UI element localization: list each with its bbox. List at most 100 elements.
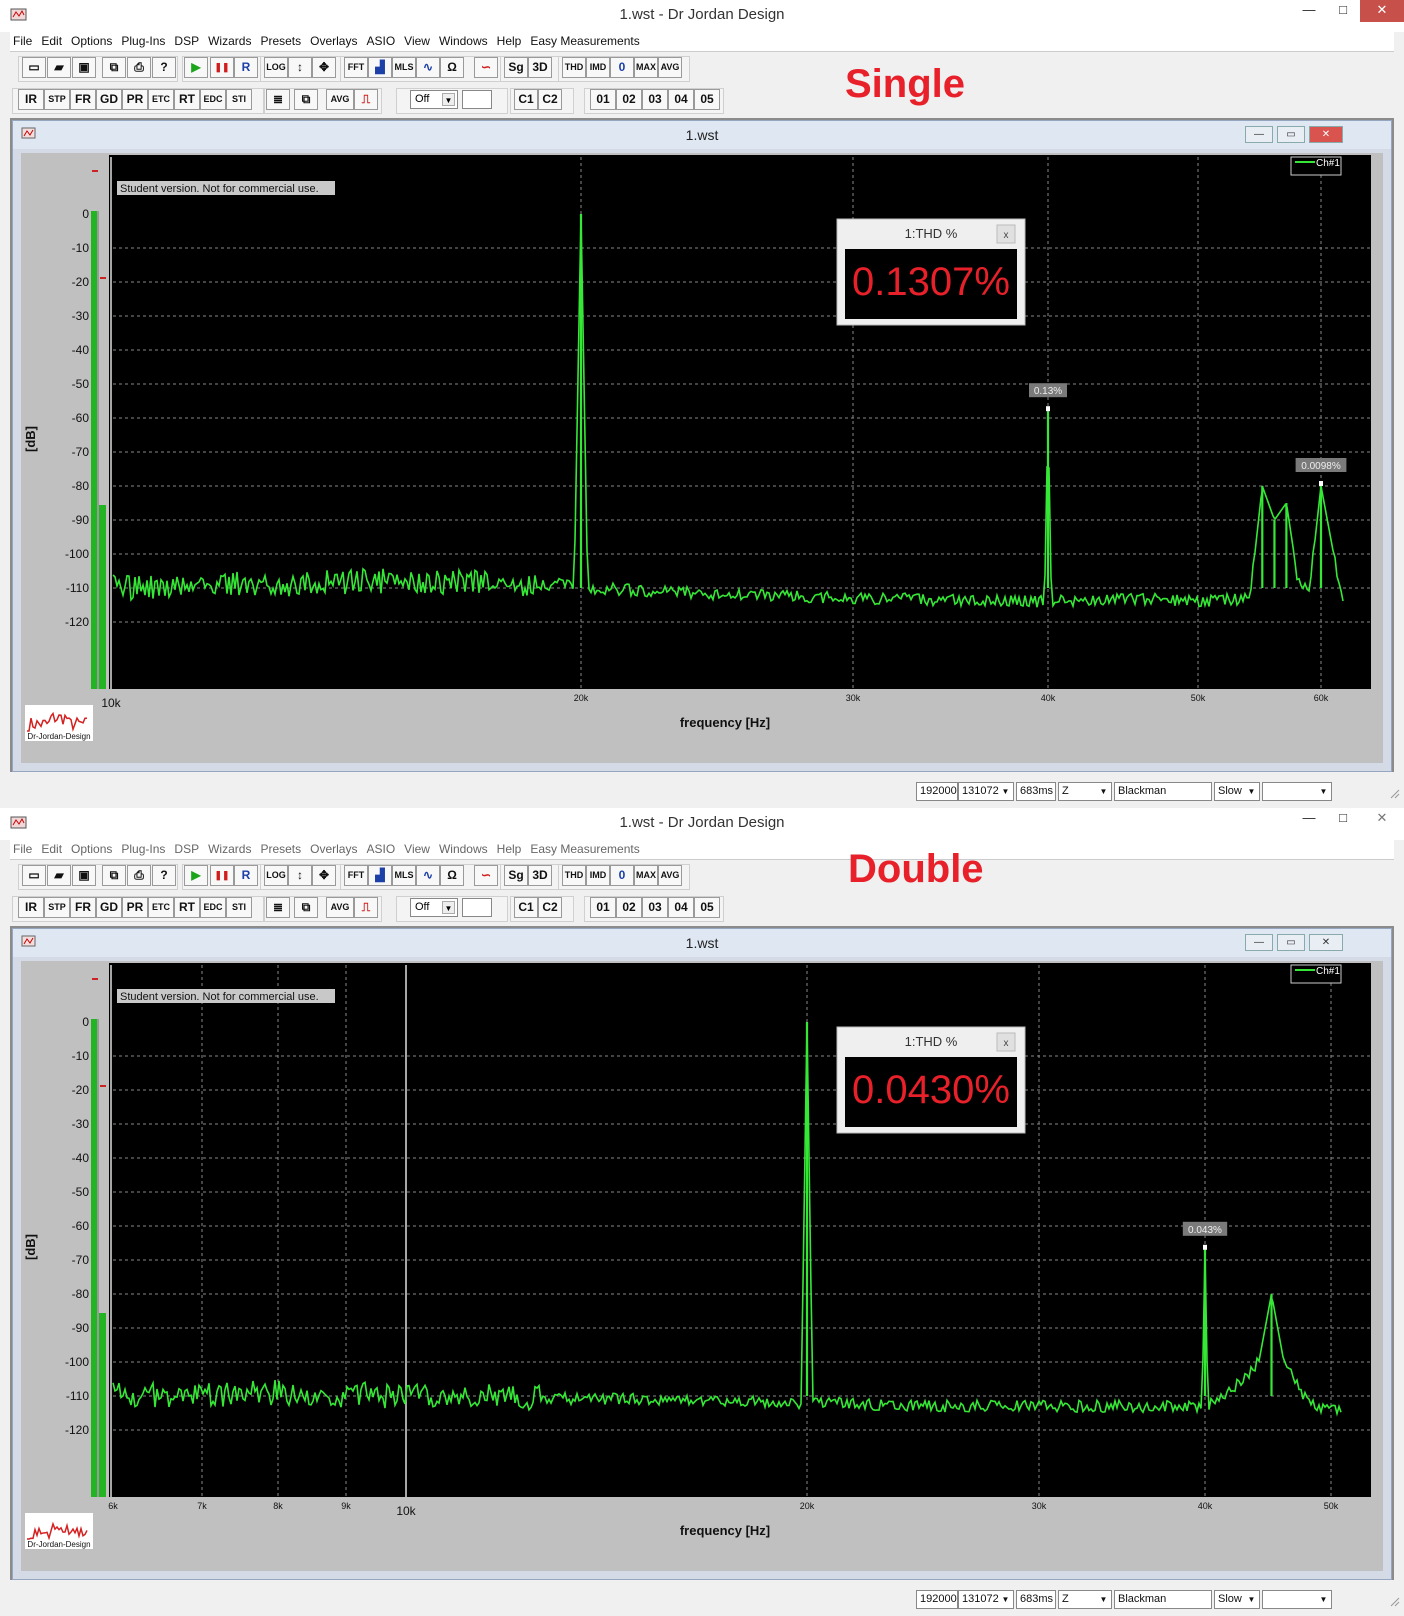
log-scale-button[interactable]: LOG — [264, 57, 288, 78]
save-icon[interactable]: ▣ — [72, 57, 96, 78]
preset-01-button[interactable]: 01 — [590, 89, 616, 110]
preset-04-button[interactable]: 04 — [668, 897, 694, 918]
thd-popup[interactable]: 1:THD % x 0.0430% — [836, 1026, 1026, 1134]
peak-marker[interactable] — [1046, 406, 1050, 412]
menu-file[interactable]: File — [10, 840, 38, 856]
help-icon[interactable]: ? — [152, 865, 176, 886]
avg-button[interactable]: AVG — [658, 57, 682, 78]
menu-windows[interactable]: Windows — [436, 840, 494, 856]
spectrum-bars-icon[interactable]: ▟ — [368, 57, 392, 78]
mls-button[interactable]: MLS — [392, 865, 416, 886]
menu-windows[interactable]: Windows — [436, 32, 494, 48]
window-time-field[interactable]: 683ms — [1016, 1590, 1056, 1609]
fft-button[interactable]: FFT — [344, 57, 368, 78]
channel-c2-button[interactable]: C2 — [538, 897, 562, 918]
analysis-stp-button[interactable]: STP — [44, 89, 70, 110]
menu-options[interactable]: Options — [68, 32, 118, 48]
analysis-pr-button[interactable]: PR — [122, 897, 148, 918]
smoothing-select[interactable]: Off ▼ — [410, 90, 458, 109]
pause-icon[interactable]: ❚❚ — [210, 865, 234, 886]
menu-plug-ins[interactable]: Plug-Ins — [118, 32, 171, 48]
avg-toggle-button[interactable]: AVG — [326, 89, 354, 110]
window-time-field[interactable]: 683ms — [1016, 782, 1056, 801]
help-icon[interactable]: ? — [152, 57, 176, 78]
menu-file[interactable]: File — [10, 32, 38, 48]
impedance-icon[interactable]: Ω — [440, 865, 464, 886]
preset-02-button[interactable]: 02 — [616, 897, 642, 918]
imd-button[interactable]: IMD — [586, 865, 610, 886]
sample-rate-field[interactable]: 192000 — [916, 1590, 958, 1609]
channel-c2-button[interactable]: C2 — [538, 89, 562, 110]
extra-select[interactable]: ▼ — [1262, 1590, 1332, 1609]
window-copy-icon[interactable]: ⧉ — [294, 897, 318, 918]
child-close-icon[interactable]: ✕ — [1309, 934, 1343, 951]
menu-easy-measurements[interactable]: Easy Measurements — [527, 840, 645, 856]
pulse-icon[interactable]: ⎍ — [354, 89, 378, 110]
fft-size-select[interactable]: 131072 ▼ — [958, 1590, 1014, 1609]
save-icon[interactable]: ▣ — [72, 865, 96, 886]
signal-generator-button[interactable]: Sg — [504, 57, 528, 78]
menu-plug-ins[interactable]: Plug-Ins — [118, 840, 171, 856]
child-minimize-icon[interactable]: — — [1245, 126, 1273, 143]
filter-icon[interactable]: ≣ — [266, 89, 290, 110]
vertical-zoom-icon[interactable]: ↕ — [288, 57, 312, 78]
imd-button[interactable]: IMD — [586, 57, 610, 78]
channel-c1-button[interactable]: C1 — [514, 89, 538, 110]
pause-icon[interactable]: ❚❚ — [210, 57, 234, 78]
waveform-icon[interactable]: ∿ — [416, 57, 440, 78]
signal-generator-button[interactable]: Sg — [504, 865, 528, 886]
analysis-fr-button[interactable]: FR — [70, 89, 96, 110]
analysis-gd-button[interactable]: GD — [96, 89, 122, 110]
child-minimize-icon[interactable]: — — [1245, 934, 1273, 951]
menu-help[interactable]: Help — [494, 840, 528, 856]
analysis-pr-button[interactable]: PR — [122, 89, 148, 110]
analysis-edc-button[interactable]: EDC — [200, 89, 226, 110]
minimize-icon[interactable]: — — [1292, 0, 1326, 22]
menu-options[interactable]: Options — [68, 840, 118, 856]
analysis-gd-button[interactable]: GD — [96, 897, 122, 918]
menu-presets[interactable]: Presets — [257, 840, 307, 856]
child-maximize-icon[interactable]: ▭ — [1277, 126, 1305, 143]
smoothing-extra-field[interactable] — [462, 90, 492, 109]
copy-icon[interactable]: ⧉ — [102, 57, 126, 78]
analysis-edc-button[interactable]: EDC — [200, 897, 226, 918]
record-button[interactable]: R — [234, 865, 258, 886]
copy-icon[interactable]: ⧉ — [102, 865, 126, 886]
fft-window-field[interactable]: Blackman — [1114, 1590, 1212, 1609]
open-folder-icon[interactable]: ▰ — [47, 57, 71, 78]
play-icon[interactable]: ▶ — [184, 865, 208, 886]
menu-edit[interactable]: Edit — [38, 840, 68, 856]
menu-help[interactable]: Help — [494, 32, 528, 48]
peak-marker[interactable] — [1319, 481, 1323, 486]
menu-dsp[interactable]: DSP — [171, 32, 205, 48]
zero-button[interactable]: 0 — [610, 57, 634, 78]
child-maximize-icon[interactable]: ▭ — [1277, 934, 1305, 951]
thd-popup[interactable]: 1:THD % x 0.1307% — [836, 218, 1026, 326]
analysis-sti-button[interactable]: STI — [226, 89, 252, 110]
preset-05-button[interactable]: 05 — [694, 897, 720, 918]
sample-rate-field[interactable]: 192000 — [916, 782, 958, 801]
impedance-icon[interactable]: Ω — [440, 57, 464, 78]
mls-button[interactable]: MLS — [392, 57, 416, 78]
weighting-select[interactable]: Z ▼ — [1058, 782, 1112, 801]
new-file-icon[interactable]: ▭ — [22, 865, 46, 886]
analysis-etc-button[interactable]: ETC — [148, 897, 174, 918]
menu-wizards[interactable]: Wizards — [205, 32, 257, 48]
maximize-icon[interactable]: □ — [1326, 808, 1360, 830]
menu-dsp[interactable]: DSP — [171, 840, 205, 856]
menu-asio[interactable]: ASIO — [363, 32, 401, 48]
print-icon[interactable]: ⎙ — [127, 865, 151, 886]
smoothing-extra-field[interactable] — [462, 898, 492, 917]
open-folder-icon[interactable]: ▰ — [47, 865, 71, 886]
analysis-rt-button[interactable]: RT — [174, 897, 200, 918]
avg-button[interactable]: AVG — [658, 865, 682, 886]
new-file-icon[interactable]: ▭ — [22, 57, 46, 78]
analysis-ir-button[interactable]: IR — [18, 897, 44, 918]
pan-icon[interactable]: ✥ — [312, 57, 336, 78]
preset-03-button[interactable]: 03 — [642, 89, 668, 110]
print-icon[interactable]: ⎙ — [127, 57, 151, 78]
menu-asio[interactable]: ASIO — [363, 840, 401, 856]
3d-button[interactable]: 3D — [528, 57, 552, 78]
overlay-icon[interactable]: ∽ — [474, 865, 498, 886]
menu-overlays[interactable]: Overlays — [307, 32, 363, 48]
